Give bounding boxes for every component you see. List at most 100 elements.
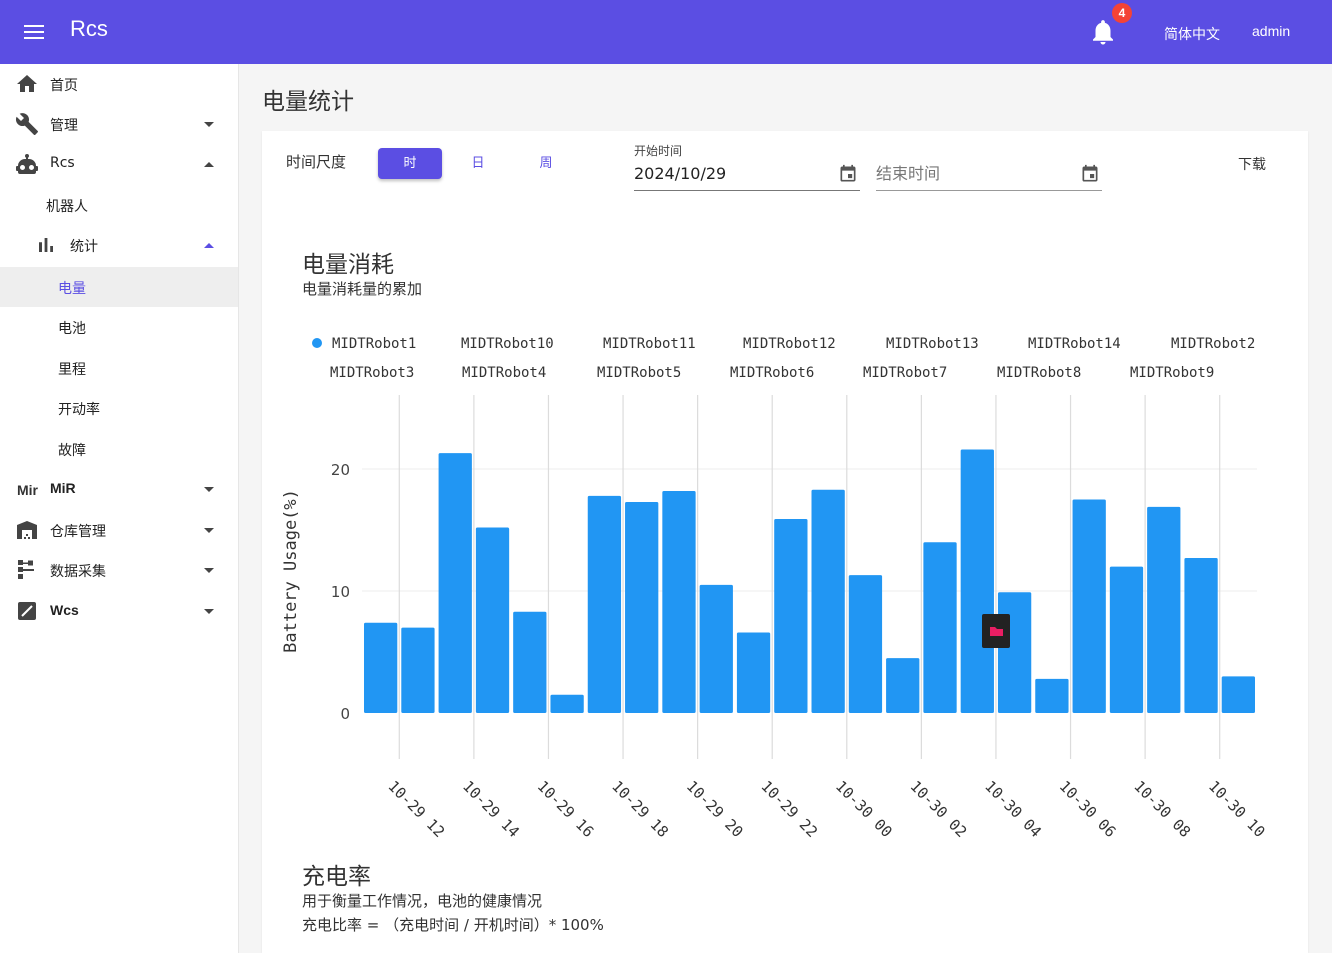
end-time-input[interactable] (876, 164, 1066, 183)
wrench-icon (14, 112, 40, 136)
legend-label: MIDTRobot3 (330, 365, 414, 381)
bar (625, 501, 659, 713)
download-button[interactable]: 下载 (1238, 154, 1266, 174)
x-tick-label: 10-30 02 (907, 777, 971, 841)
sidebar-item-label: 管理 (50, 118, 78, 134)
sidebar-item-label: MiR (50, 480, 76, 496)
bar (401, 627, 435, 713)
bar (886, 658, 920, 713)
x-tick-label: 10-29 20 (683, 777, 747, 841)
y-tick-label: 10 (331, 583, 350, 601)
menu-icon[interactable] (20, 20, 48, 44)
legend-marker (312, 338, 322, 348)
sidebar-item-label: 机器人 (46, 199, 88, 215)
chevron-down-icon (204, 568, 214, 573)
legend-label: MIDTRobot6 (730, 365, 814, 381)
mir-logo-icon: Mir (17, 482, 38, 498)
sidebar-item-data-collection[interactable]: 数据采集 (0, 550, 238, 590)
sidebar-item-utilization[interactable]: 开动率 (0, 388, 238, 428)
calendar-icon[interactable] (838, 163, 858, 185)
sidebar-item-warehouse[interactable]: 仓库管理 (0, 510, 238, 550)
bell-icon[interactable] (1088, 16, 1118, 48)
bar (1184, 558, 1218, 713)
chevron-up-icon (204, 162, 214, 167)
bar (997, 592, 1032, 713)
home-icon (14, 72, 40, 96)
app-bar: Rcs 4 简体中文 admin (0, 0, 1332, 64)
bar (848, 575, 883, 713)
y-axis-label: Battery Usage(%) (281, 489, 301, 653)
sidebar-item-label: 电量 (58, 281, 86, 297)
sidebar-item-label: 故障 (58, 443, 86, 459)
bar (587, 495, 622, 713)
wcs-icon (14, 599, 40, 623)
x-tick-label: 10-29 18 (608, 777, 672, 841)
language-switch[interactable]: 简体中文 (1164, 24, 1220, 44)
bar (811, 489, 845, 713)
scale-hour-button[interactable]: 时 (378, 148, 442, 179)
bar (1072, 499, 1106, 713)
sidebar-item-stats[interactable]: 统计 (0, 225, 238, 265)
start-time-input[interactable] (634, 164, 824, 183)
charge-rate-description: 用于衡量工作情况，电池的健康情况 (302, 892, 543, 910)
data-collect-icon (14, 558, 40, 582)
sidebar-item-label: 首页 (50, 78, 78, 94)
chevron-down-icon (204, 122, 214, 127)
consumption-subtitle: 电量消耗量的累加 (302, 280, 423, 298)
notification-badge: 4 (1112, 3, 1132, 23)
sidebar-item-home[interactable]: 首页 (0, 64, 238, 104)
sidebar-item-mileage[interactable]: 里程 (0, 348, 238, 388)
bar (774, 519, 808, 713)
chevron-down-icon (204, 487, 214, 492)
x-tick-label: 10-29 22 (757, 777, 821, 841)
bar (960, 449, 994, 713)
x-tick-label: 10-30 08 (1130, 777, 1194, 841)
legend-label: MIDTRobot2 (1171, 336, 1255, 352)
bar (475, 527, 510, 713)
x-tick-label: 10-30 06 (1056, 777, 1120, 841)
legend-label: MIDTRobot8 (997, 365, 1081, 381)
y-tick-label: 20 (331, 461, 350, 479)
legend-label: MIDTRobot12 (743, 336, 836, 352)
chevron-up-icon (204, 243, 214, 248)
x-tick-label: 10-29 12 (384, 777, 448, 841)
calendar-icon[interactable] (1080, 163, 1100, 185)
bar (1221, 676, 1255, 713)
sidebar-item-manage[interactable]: 管理 (0, 104, 238, 144)
folder-icon (990, 627, 1003, 636)
sidebar-item-label: Rcs (50, 155, 75, 171)
bar (513, 611, 547, 713)
x-tick-label: 10-29 16 (534, 777, 598, 841)
scale-week-button[interactable]: 周 (526, 148, 566, 179)
sidebar-item-label: 里程 (58, 362, 86, 378)
chevron-down-icon (204, 609, 214, 614)
bar (364, 622, 398, 713)
sidebar-item-robot[interactable]: 机器人 (0, 185, 238, 225)
end-time-field[interactable] (876, 139, 1102, 191)
consumption-title: 电量消耗 (302, 252, 394, 278)
bar (1109, 566, 1144, 713)
sidebar-item-mir[interactable]: Mir MiR (0, 469, 238, 509)
warehouse-icon (14, 518, 40, 542)
battery-usage-chart: MIDTRobot1 MIDTRobot10 MIDTRobot11 MIDTRobo… (281, 336, 1269, 841)
sidebar-item-battery-level[interactable]: 电量 (0, 267, 238, 307)
legend-label: MIDTRobot9 (1130, 365, 1214, 381)
legend-label: MIDTRobot11 (603, 336, 696, 352)
user-menu[interactable]: admin (1252, 23, 1290, 39)
sidebar-item-rcs[interactable]: Rcs (0, 144, 238, 184)
x-tick-label: 10-30 00 (832, 777, 896, 841)
legend-label: MIDTRobot13 (886, 336, 979, 352)
start-time-label: 开始时间 (634, 144, 683, 158)
start-time-field[interactable]: 开始时间 (634, 139, 860, 191)
sidebar-item-battery[interactable]: 电池 (0, 307, 238, 347)
sidebar-item-label: 仓库管理 (50, 524, 106, 540)
bar (1147, 506, 1181, 713)
bar-chart-icon (34, 233, 60, 257)
legend-label: MIDTRobot7 (863, 365, 947, 381)
scale-day-button[interactable]: 日 (458, 148, 498, 179)
bar (438, 453, 472, 713)
sidebar-item-faults[interactable]: 故障 (0, 429, 238, 469)
sidebar-item-wcs[interactable]: Wcs (0, 591, 238, 631)
legend-label: MIDTRobot14 (1028, 336, 1121, 352)
sidebar-item-label: 数据采集 (50, 564, 106, 580)
